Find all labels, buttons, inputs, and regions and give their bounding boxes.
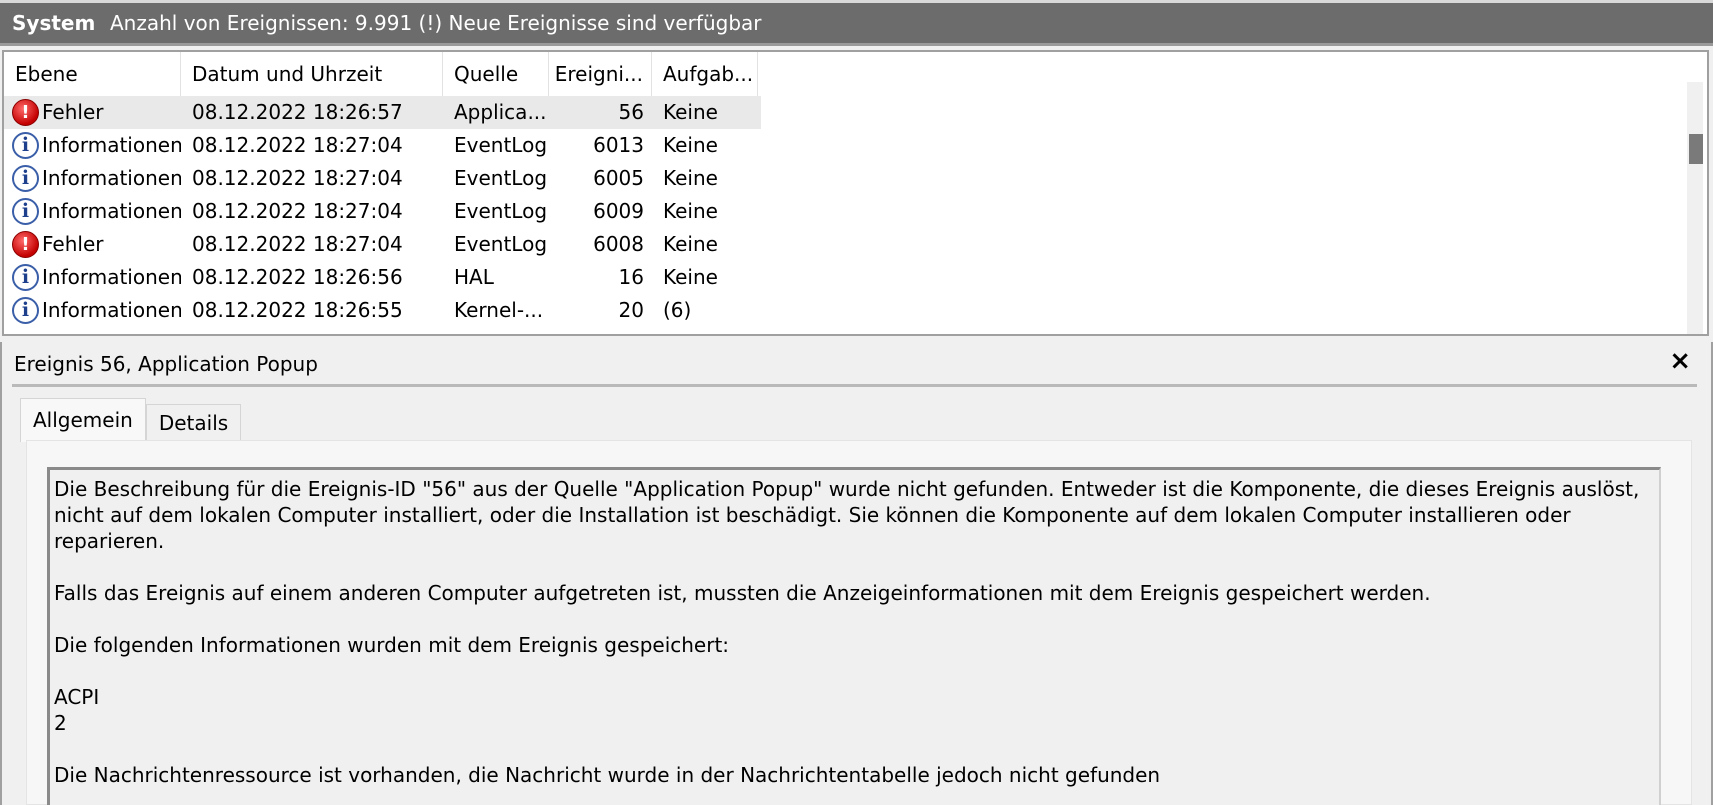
column-header-date[interactable]: Datum und Uhrzeit — [181, 52, 443, 96]
column-header-event-id[interactable]: Ereigni... — [549, 52, 652, 96]
detail-tabs: Allgemein Details — [20, 398, 242, 442]
event-count-info: Anzahl von Ereignissen: 9.991 (!) Neue E… — [110, 11, 762, 35]
info-icon: i — [12, 264, 39, 291]
cell-level: ! Fehler — [4, 96, 181, 129]
table-row[interactable]: i Informationen 08.12.2022 18:27:04 EventLo… — [4, 162, 761, 195]
event-rows: ! Fehler 08.12.2022 18:26:57 Applica... 56 Ke… — [4, 96, 1674, 327]
cell-level: i Informationen — [4, 162, 181, 195]
scrollbar-thumb[interactable] — [1689, 134, 1703, 164]
close-icon[interactable]: × — [1669, 346, 1691, 376]
description-line: ACPI — [54, 685, 100, 709]
log-header-bar: System Anzahl von Ereignissen: 9.991 (!)… — [0, 0, 1713, 46]
description-line: Die Beschreibung für die Ereignis-ID "56… — [54, 477, 1646, 553]
cell-level: i Informationen — [4, 261, 181, 294]
cell-event-id: 6013 — [593, 133, 644, 157]
table-row[interactable]: ! Fehler 08.12.2022 18:26:57 Applica... 56 Ke… — [4, 96, 761, 129]
event-detail-pane: Ereignis 56, Application Popup × Allgeme… — [0, 342, 1713, 805]
description-line — [54, 606, 1655, 632]
detail-title: Ereignis 56, Application Popup — [14, 352, 318, 376]
cell-source: Applica... — [454, 100, 547, 124]
tab-content: Die Beschreibung für die Ereignis-ID "56… — [26, 440, 1692, 805]
cell-event-id: 56 — [618, 100, 644, 124]
cell-task: (6) — [663, 298, 692, 322]
cell-date: 08.12.2022 18:27:04 — [192, 166, 403, 190]
level-label: Informationen — [42, 166, 181, 190]
cell-event-id: 20 — [618, 298, 644, 322]
info-icon: i — [12, 297, 39, 324]
info-icon: i — [12, 132, 39, 159]
cell-source: EventLog — [454, 232, 548, 256]
table-row[interactable]: i Informationen 08.12.2022 18:26:55 Kernel-… — [4, 294, 761, 327]
table-row[interactable]: i Informationen 08.12.2022 18:27:04 EventLo… — [4, 195, 761, 228]
cell-date: 08.12.2022 18:26:57 — [192, 100, 403, 124]
cell-source: EventLog — [454, 199, 548, 223]
cell-task: Keine — [663, 133, 718, 157]
description-line — [54, 554, 1655, 580]
event-list[interactable]: Ebene Datum und Uhrzeit Quelle Ereigni..… — [2, 50, 1709, 336]
cell-date: 08.12.2022 18:27:04 — [192, 232, 403, 256]
cell-source: EventLog — [454, 133, 548, 157]
cell-level: i Informationen — [4, 294, 181, 327]
level-label: Fehler — [42, 100, 104, 124]
level-label: Informationen — [42, 133, 181, 157]
cell-source: Kernel-... — [454, 298, 544, 322]
cell-level: i Informationen — [4, 129, 181, 162]
table-row[interactable]: i Informationen 08.12.2022 18:27:04 EventLo… — [4, 129, 761, 162]
cell-task: Keine — [663, 265, 718, 289]
cell-level: i Informationen — [4, 195, 181, 228]
level-label: Informationen — [42, 265, 181, 289]
error-icon: ! — [12, 231, 39, 258]
description-line — [54, 736, 1655, 762]
cell-date: 08.12.2022 18:26:56 — [192, 265, 403, 289]
level-label: Informationen — [42, 298, 181, 322]
cell-task: Keine — [663, 199, 718, 223]
tab-details[interactable]: Details — [145, 404, 242, 442]
cell-level: ! Fehler — [4, 228, 181, 261]
tab-general[interactable]: Allgemein — [20, 398, 146, 442]
cell-event-id: 6005 — [593, 166, 644, 190]
info-icon: i — [12, 165, 39, 192]
table-row[interactable]: ! Fehler 08.12.2022 18:27:04 EventLog 6008 Ke… — [4, 228, 761, 261]
cell-source: HAL — [454, 265, 494, 289]
cell-date: 08.12.2022 18:27:04 — [192, 133, 403, 157]
info-icon: i — [12, 198, 39, 225]
description-line: Falls das Ereignis auf einem anderen Com… — [54, 581, 1431, 605]
log-name: System — [12, 11, 96, 35]
level-label: Fehler — [42, 232, 104, 256]
cell-event-id: 16 — [618, 265, 644, 289]
cell-date: 08.12.2022 18:26:55 — [192, 298, 403, 322]
cell-task: Keine — [663, 100, 718, 124]
column-header-level[interactable]: Ebene — [4, 52, 181, 96]
cell-task: Keine — [663, 232, 718, 256]
level-label: Informationen — [42, 199, 181, 223]
error-icon: ! — [12, 99, 39, 126]
column-header-source[interactable]: Quelle — [443, 52, 549, 96]
cell-task: Keine — [663, 166, 718, 190]
event-list-header: Ebene Datum und Uhrzeit Quelle Ereigni..… — [4, 52, 761, 96]
event-description[interactable]: Die Beschreibung für die Ereignis-ID "56… — [47, 467, 1661, 805]
cell-source: EventLog — [454, 166, 548, 190]
column-header-task[interactable]: Aufgab... — [652, 52, 758, 96]
description-line: Die Nachrichtenressource ist vorhanden, … — [54, 763, 1161, 787]
description-line: 2 — [54, 711, 67, 735]
description-line: Die folgenden Informationen wurden mit d… — [54, 633, 730, 657]
divider — [12, 384, 1697, 387]
vertical-scrollbar[interactable] — [1687, 82, 1703, 334]
cell-date: 08.12.2022 18:27:04 — [192, 199, 403, 223]
description-line — [54, 658, 1655, 684]
table-row[interactable]: i Informationen 08.12.2022 18:26:56 HAL 16 Ke… — [4, 261, 761, 294]
cell-event-id: 6008 — [593, 232, 644, 256]
cell-event-id: 6009 — [593, 199, 644, 223]
